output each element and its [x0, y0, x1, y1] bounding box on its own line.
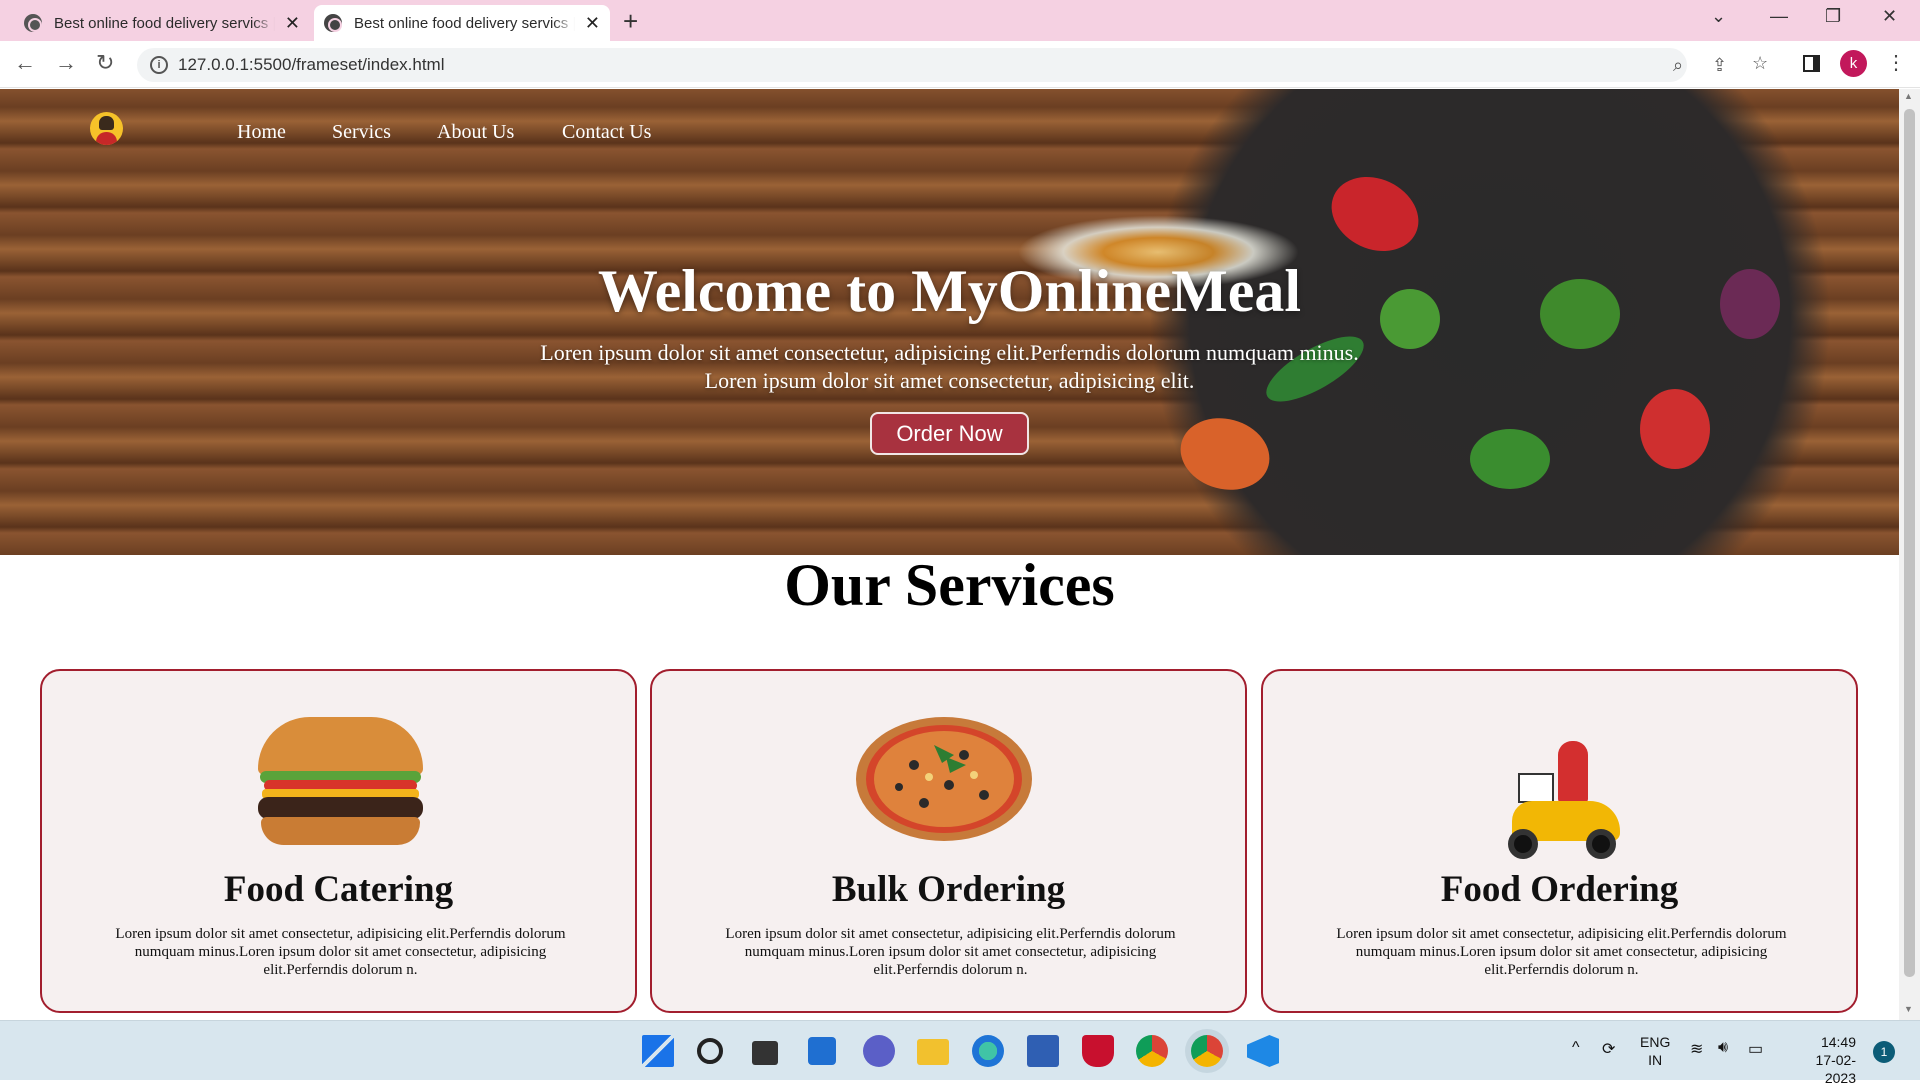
hero-title: Welcome to MyOnlineMeal: [597, 258, 1302, 324]
browser-tab-active[interactable]: Best online food delivery servics | ✕: [314, 5, 610, 41]
site-logo[interactable]: [90, 112, 123, 145]
service-card-food-catering[interactable]: Food Catering Loren ipsum dolor sit amet…: [40, 669, 637, 1013]
hero-text-line-2: Loren ipsum dolor sit amet consectetur, …: [704, 368, 1195, 393]
hero-text-line-1: Loren ipsum dolor sit amet consectetur, …: [540, 340, 1359, 365]
new-tab-button[interactable]: +: [623, 6, 638, 37]
nav-about-link[interactable]: About Us: [437, 121, 514, 144]
burger-image: [258, 717, 423, 845]
clock[interactable]: 14:49 17-02-2023: [1790, 1033, 1856, 1087]
close-tab-icon[interactable]: ✕: [285, 13, 300, 34]
card-title: Food Catering: [223, 869, 454, 910]
windows-taskbar: ^ ⟳ ENG IN ≋ 🔊︎ ▭ 14:49 17-02-2023 1: [0, 1020, 1920, 1086]
hero-banner: Home Servics About Us Contact Us Welcome…: [0, 89, 1899, 555]
card-text: Loren ipsum dolor sit amet consectetur, …: [725, 926, 1176, 978]
zoom-icon[interactable]: ⌕: [1673, 55, 1683, 76]
card-text: Loren ipsum dolor sit amet consectetur, …: [115, 926, 566, 978]
time: 14:49: [1820, 1034, 1856, 1050]
edge-icon[interactable]: [972, 1035, 1004, 1067]
scrollbar-thumb[interactable]: [1904, 109, 1915, 977]
bookmark-star-icon[interactable]: ☆: [1752, 53, 1768, 74]
mcafee-icon[interactable]: [1082, 1035, 1114, 1067]
nav-home-link[interactable]: Home: [237, 121, 286, 144]
card-title: Food Ordering: [1440, 869, 1679, 910]
show-hidden-icons[interactable]: ^: [1572, 1039, 1580, 1057]
profile-avatar[interactable]: k: [1840, 50, 1867, 77]
chrome-profile-icon[interactable]: [1191, 1035, 1223, 1067]
card-text: Loren ipsum dolor sit amet consectetur, …: [1336, 926, 1787, 978]
browser-tab-strip: Best online food delivery servics | ✕ Be…: [0, 0, 1920, 41]
volume-icon[interactable]: 🔊︎: [1718, 1039, 1728, 1057]
search-icon[interactable]: [697, 1038, 723, 1064]
share-icon[interactable]: ⇪: [1712, 55, 1727, 76]
address-bar[interactable]: i 127.0.0.1:5500/frameset/index.html ⌕: [137, 48, 1687, 82]
globe-icon: [24, 14, 42, 32]
card-title: Bulk Ordering: [831, 869, 1066, 910]
menu-icon[interactable]: ⋮: [1886, 50, 1906, 75]
pizza-image: [854, 715, 1036, 847]
date: 17-02-2023: [1815, 1052, 1856, 1086]
delivery-scooter-image: [1506, 741, 1620, 859]
tab-title: Best online food delivery servics |: [354, 14, 575, 32]
start-icon[interactable]: [642, 1035, 674, 1067]
wifi-icon[interactable]: ≋: [1690, 1039, 1703, 1059]
service-card-food-ordering[interactable]: Food Ordering Loren ipsum dolor sit amet…: [1261, 669, 1858, 1013]
tab-search-icon[interactable]: ⌄: [1711, 6, 1726, 27]
minimize-button[interactable]: —: [1770, 6, 1788, 27]
widgets-icon[interactable]: [808, 1037, 836, 1065]
back-icon[interactable]: ←: [14, 50, 36, 76]
page-viewport: Home Servics About Us Contact Us Welcome…: [0, 89, 1899, 1020]
reload-icon[interactable]: ↻: [96, 50, 114, 76]
side-panel-icon[interactable]: [1803, 55, 1820, 72]
services-heading: Our Services: [784, 552, 1115, 618]
nav-contact-link[interactable]: Contact Us: [562, 121, 651, 144]
nav-services-link[interactable]: Servics: [332, 121, 391, 144]
language-code: ENG: [1640, 1034, 1671, 1050]
service-card-bulk-ordering[interactable]: Bulk Ordering Loren ipsum dolor sit amet…: [650, 669, 1247, 1013]
url-text[interactable]: 127.0.0.1:5500/frameset/index.html: [178, 55, 445, 75]
vscode-icon[interactable]: [1247, 1035, 1279, 1067]
sync-icon[interactable]: ⟳: [1602, 1039, 1615, 1059]
file-explorer-icon[interactable]: [917, 1039, 949, 1065]
forward-icon[interactable]: →: [55, 50, 77, 76]
globe-icon: [324, 14, 342, 32]
tab-title: Best online food delivery servics |: [54, 14, 275, 32]
pepper-decoration: [1319, 163, 1431, 265]
app-icon[interactable]: [1027, 1035, 1059, 1067]
language-indicator[interactable]: ENG IN: [1640, 1033, 1670, 1069]
site-info-icon[interactable]: i: [150, 56, 168, 74]
close-window-button[interactable]: ✕: [1882, 6, 1897, 27]
order-now-button[interactable]: Order Now: [870, 412, 1029, 455]
task-view-icon[interactable]: [752, 1041, 778, 1065]
scroll-up-icon[interactable]: ▲: [1904, 91, 1913, 101]
browser-toolbar: ← → ↻ i 127.0.0.1:5500/frameset/index.ht…: [0, 41, 1920, 88]
chat-icon[interactable]: [863, 1035, 895, 1067]
carrot-decoration: [1172, 408, 1278, 500]
close-tab-icon[interactable]: ✕: [585, 13, 600, 34]
page-scrollbar[interactable]: ▲ ▼: [1899, 89, 1920, 1020]
notification-badge[interactable]: 1: [1873, 1041, 1895, 1063]
broccoli-decoration: [1470, 429, 1550, 489]
chrome-icon[interactable]: [1136, 1035, 1168, 1067]
restore-button[interactable]: ❐: [1825, 6, 1841, 27]
battery-icon[interactable]: ▭: [1748, 1039, 1763, 1059]
region-code: IN: [1648, 1052, 1663, 1068]
pepper-decoration: [1640, 389, 1710, 469]
browser-tab[interactable]: Best online food delivery servics | ✕: [14, 5, 310, 41]
scroll-down-icon[interactable]: ▼: [1904, 1004, 1913, 1014]
